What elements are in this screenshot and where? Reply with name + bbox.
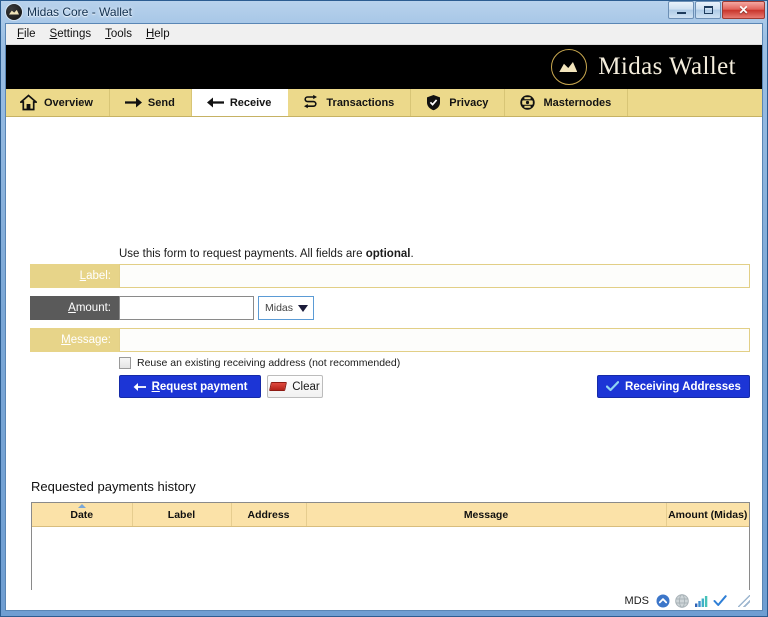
- minimize-button[interactable]: [668, 1, 694, 19]
- shield-check-icon: [425, 94, 442, 111]
- label-field-label: Label:: [30, 264, 119, 288]
- receive-page: Use this form to request payments. All f…: [6, 117, 762, 610]
- tab-send[interactable]: Send: [110, 89, 192, 116]
- client-area: File Settings Tools Help Midas Wallet Ov…: [5, 23, 763, 611]
- column-header-amount[interactable]: Amount (Midas): [666, 503, 749, 527]
- window-controls: ✕: [668, 1, 765, 19]
- tab-transactions[interactable]: Transactions: [288, 89, 412, 116]
- maximize-button[interactable]: [695, 1, 721, 19]
- swap-arrows-icon: [302, 94, 319, 111]
- brand-banner: Midas Wallet: [6, 45, 762, 89]
- request-payment-button[interactable]: Request payment: [119, 375, 261, 398]
- tab-privacy[interactable]: Privacy: [411, 89, 506, 116]
- table-header-row: Date Label Address Message Amount (Midas…: [32, 503, 749, 527]
- amount-unit-select[interactable]: Midas: [258, 296, 314, 320]
- form-hint: Use this form to request payments. All f…: [119, 248, 414, 260]
- title-bar: Midas Core - Wallet ✕: [0, 0, 768, 23]
- column-header-address[interactable]: Address: [231, 503, 307, 527]
- reuse-address-checkbox[interactable]: [119, 357, 131, 369]
- column-header-message-label: Message: [463, 508, 509, 521]
- chevron-down-icon: [298, 304, 308, 312]
- tab-overview-label: Overview: [44, 96, 93, 109]
- tab-overview[interactable]: Overview: [6, 89, 110, 116]
- column-header-label[interactable]: Label: [132, 503, 232, 527]
- message-input[interactable]: [119, 328, 750, 352]
- eraser-icon: [269, 382, 288, 391]
- amount-unit-value: Midas: [265, 302, 294, 314]
- gear-node-icon: [519, 94, 536, 111]
- menu-help-label: elp: [154, 28, 170, 40]
- column-header-label-label: Label: [167, 508, 196, 521]
- midas-logo-icon: [6, 3, 22, 20]
- menu-settings-label: ettings: [57, 28, 92, 40]
- sort-ascending-icon: [77, 504, 86, 508]
- history-title: Requested payments history: [31, 479, 196, 494]
- tab-masternodes[interactable]: Masternodes: [505, 89, 629, 116]
- message-field-label: Message:: [30, 328, 119, 352]
- column-header-date-label: Date: [70, 508, 94, 521]
- globe-icon[interactable]: [675, 594, 689, 608]
- arrow-left-icon: [133, 382, 146, 392]
- receiving-addresses-label: Receiving Addresses: [625, 380, 741, 393]
- checkmark-icon: [605, 381, 620, 392]
- amount-field-label: Amount:: [30, 296, 119, 320]
- signal-bars-icon[interactable]: [694, 594, 708, 608]
- tab-receive-label: Receive: [229, 96, 272, 109]
- column-header-date[interactable]: Date: [32, 503, 133, 527]
- arrow-left-icon: [206, 94, 224, 111]
- message-field-label-rest: essage:: [70, 334, 111, 346]
- arrow-right-icon: [124, 94, 142, 111]
- menu-settings[interactable]: Settings: [43, 26, 99, 42]
- menu-tools-label: ools: [110, 28, 132, 40]
- menu-tools[interactable]: Tools: [98, 26, 139, 42]
- menu-file[interactable]: File: [10, 26, 43, 42]
- tab-bar: Overview Send Receive Transactions Priva…: [6, 89, 762, 117]
- close-button[interactable]: ✕: [722, 1, 765, 19]
- sync-up-icon[interactable]: [656, 594, 670, 608]
- brand: Midas Wallet: [551, 49, 736, 85]
- request-payment-label: Request payment: [151, 380, 248, 393]
- application-window: Midas Core - Wallet ✕ File Settings Tool…: [0, 0, 768, 617]
- column-header-amount-label: Amount (Midas): [668, 508, 748, 521]
- close-icon: ✕: [738, 3, 749, 17]
- form-hint-emphasis: optional: [365, 248, 411, 260]
- column-header-address-label: Address: [247, 508, 290, 521]
- maximize-icon: [703, 6, 713, 14]
- reuse-address-row[interactable]: Reuse an existing receiving address (not…: [119, 357, 400, 369]
- window-title: Midas Core - Wallet: [27, 4, 132, 19]
- checkmark-icon[interactable]: [713, 594, 727, 608]
- midas-mountain-logo-icon: [551, 49, 588, 85]
- form-hint-suffix: .: [410, 248, 414, 260]
- amount-field-label-rest: mount:: [75, 302, 111, 314]
- clear-button[interactable]: Clear: [267, 375, 323, 398]
- resize-grip[interactable]: [738, 595, 750, 607]
- status-bar: MDS: [6, 590, 762, 610]
- menu-bar: File Settings Tools Help: [6, 24, 762, 45]
- minimize-icon: [676, 12, 686, 14]
- amount-spinner[interactable]: [119, 296, 290, 320]
- form-hint-prefix: Use this form to request payments. All f…: [119, 248, 366, 260]
- home-icon: [20, 94, 37, 111]
- label-field-label-rest: abel:: [86, 270, 111, 282]
- label-input[interactable]: [119, 264, 750, 288]
- menu-help[interactable]: Help: [139, 26, 177, 42]
- column-header-message[interactable]: Message: [306, 503, 667, 527]
- tab-transactions-label: Transactions: [326, 96, 395, 109]
- tab-send-label: Send: [147, 96, 175, 109]
- reuse-address-label: Reuse an existing receiving address (not…: [137, 357, 401, 369]
- status-unit-label: MDS: [624, 595, 649, 607]
- brand-name: Midas Wallet: [598, 53, 736, 80]
- receiving-addresses-button[interactable]: Receiving Addresses: [597, 375, 750, 398]
- tab-receive[interactable]: Receive: [191, 89, 289, 116]
- menu-file-label: ile: [24, 28, 36, 40]
- tab-privacy-label: Privacy: [449, 96, 489, 109]
- tab-masternodes-label: Masternodes: [543, 96, 612, 109]
- clear-button-label: Clear: [292, 380, 320, 393]
